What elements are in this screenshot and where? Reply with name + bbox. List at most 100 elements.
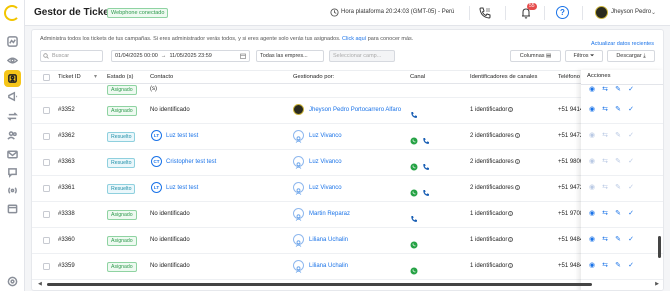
manager-name[interactable]: Luz Vivanco	[309, 159, 342, 165]
ticket-id[interactable]: #3361	[58, 185, 75, 191]
view-icon[interactable]: ◉	[588, 106, 596, 114]
edit-icon[interactable]: ✎	[614, 132, 622, 140]
calendar-icon[interactable]	[6, 202, 19, 215]
info-icon[interactable]: i	[508, 237, 514, 242]
table-row[interactable]: #3363 Resuelto CT Cristopher test test Luz V…	[32, 150, 663, 176]
view-icon[interactable]: ◉	[588, 86, 596, 94]
manager-name[interactable]: Liliana Uchalin	[309, 237, 348, 243]
info-icon[interactable]: i	[514, 159, 520, 164]
contact-name[interactable]: Cristopher test test	[166, 159, 216, 165]
broadcast-icon[interactable]	[6, 184, 19, 197]
ticket-id[interactable]: #3360	[58, 237, 75, 243]
column-phone[interactable]: Teléfono	[558, 74, 580, 80]
manager-name[interactable]: Jheyson Pedro Portocarrero Alfaro	[309, 107, 401, 113]
contact-name[interactable]: Luz test test	[166, 185, 198, 191]
eye-icon[interactable]	[6, 54, 19, 67]
transfer-icon[interactable]: ⇆	[601, 262, 609, 270]
edit-icon[interactable]: ✎	[614, 158, 622, 166]
user-name[interactable]: Jheyson Pedro	[611, 9, 651, 15]
table-row[interactable]: #3362 Resuelto LT Luz test test Luz Vivanco 2…	[32, 124, 663, 150]
info-icon[interactable]: i	[514, 133, 520, 138]
horizontal-scrollbar[interactable]	[47, 283, 592, 286]
view-icon[interactable]: ◉	[588, 210, 596, 218]
user-avatar[interactable]	[595, 6, 608, 19]
edit-icon[interactable]: ✎	[614, 210, 622, 218]
edit-icon[interactable]: ✎	[614, 86, 622, 94]
column-contact[interactable]: Contacto	[150, 74, 173, 80]
manager-name[interactable]: Martin Reparaz	[309, 211, 350, 217]
view-icon[interactable]: ◉	[588, 262, 596, 270]
column-ticket-id[interactable]: Ticket ID	[58, 74, 81, 80]
download-button[interactable]: Descargar ⤓	[607, 50, 655, 62]
column-channel[interactable]: Canal	[410, 74, 425, 80]
scroll-left-arrow[interactable]: ◀	[38, 281, 42, 287]
transfer-icon[interactable]: ⇆	[601, 184, 609, 192]
date-range-picker[interactable]: 01/04/2025 00:00 → 11/05/2025 23:59	[111, 50, 250, 62]
manager-name[interactable]: Luz Vivanco	[309, 133, 342, 139]
column-status[interactable]: Estado (s)	[107, 74, 133, 80]
transfer-icon[interactable]: ⇆	[601, 132, 609, 140]
edit-icon[interactable]: ✎	[614, 106, 622, 114]
search-input[interactable]: Buscar	[40, 50, 103, 62]
select-all-checkbox[interactable]	[43, 74, 50, 81]
resolve-check-icon[interactable]: ✓	[627, 132, 635, 140]
resolve-check-icon[interactable]: ✓	[627, 86, 635, 94]
help-icon[interactable]: ?	[556, 6, 569, 19]
transfer-icon[interactable]: ⇆	[601, 86, 609, 94]
resolve-check-icon[interactable]: ✓	[627, 184, 635, 192]
dialpad-phone-icon[interactable]	[478, 6, 492, 20]
sort-icon[interactable]: ▾	[94, 74, 97, 80]
view-icon[interactable]: ◉	[588, 236, 596, 244]
companies-select[interactable]: Todas las empres...	[256, 50, 324, 62]
refresh-data-link[interactable]: Actualizar datos recientes	[591, 41, 654, 47]
table-row[interactable]: #3360 Asignado No identificado Liliana Ucha…	[32, 228, 663, 254]
resolve-check-icon[interactable]: ✓	[627, 158, 635, 166]
ticket-id[interactable]: #3363	[58, 159, 75, 165]
row-checkbox[interactable]	[43, 211, 50, 218]
row-checkbox[interactable]	[43, 263, 50, 270]
ticket-id[interactable]: #3362	[58, 133, 75, 139]
info-icon[interactable]: i	[508, 107, 514, 112]
settings-icon[interactable]	[6, 275, 19, 288]
ticket-id[interactable]: #3352	[58, 107, 75, 113]
chat-icon[interactable]	[6, 166, 19, 179]
megaphone-icon[interactable]	[6, 90, 19, 103]
edit-icon[interactable]: ✎	[614, 184, 622, 192]
contact-name[interactable]: Luz test test	[166, 133, 198, 139]
filters-button[interactable]: Filtros ⏷	[565, 50, 603, 62]
table-row[interactable]: #3352 Asignado No identificado Jheyson Pedr…	[32, 98, 663, 124]
resolve-check-icon[interactable]: ✓	[627, 210, 635, 218]
edit-icon[interactable]: ✎	[614, 236, 622, 244]
view-icon[interactable]: ◉	[588, 132, 596, 140]
resolve-check-icon[interactable]: ✓	[627, 106, 635, 114]
row-checkbox[interactable]	[43, 107, 50, 114]
row-checkbox[interactable]	[43, 159, 50, 166]
manager-name[interactable]: Liliana Uchalin	[309, 263, 348, 269]
tickets-icon[interactable]	[4, 70, 21, 87]
logo-icon[interactable]	[4, 5, 20, 21]
transfer-icon[interactable]: ⇆	[601, 106, 609, 114]
manager-name[interactable]: Luz Vivanco	[309, 185, 342, 191]
row-checkbox[interactable]	[43, 185, 50, 192]
table-row-partial[interactable]: Asignado (s)	[32, 84, 663, 98]
view-icon[interactable]: ◉	[588, 158, 596, 166]
columns-button[interactable]: Columnas ▤	[510, 50, 561, 62]
table-row[interactable]: #3361 Resuelto LT Luz test test Luz Vivanco 2…	[32, 176, 663, 202]
info-icon[interactable]: i	[514, 185, 520, 190]
transfer-icon[interactable]: ⇆	[601, 236, 609, 244]
activity-icon[interactable]	[6, 35, 19, 48]
transfer-icon[interactable]: ⇆	[601, 158, 609, 166]
campaign-select[interactable]: Seleccionar camp...	[329, 50, 395, 62]
resolve-check-icon[interactable]: ✓	[627, 236, 635, 244]
table-row[interactable]: #3359 Asignado No identificado Liliana Ucha…	[32, 254, 663, 280]
mail-icon[interactable]	[6, 148, 19, 161]
chevron-down-icon[interactable]: ⌄	[651, 9, 656, 16]
users-icon[interactable]	[6, 129, 19, 142]
transfer-icon[interactable]	[6, 110, 19, 123]
transfer-icon[interactable]: ⇆	[601, 210, 609, 218]
learn-more-link[interactable]: Click aquí	[342, 36, 366, 42]
edit-icon[interactable]: ✎	[614, 262, 622, 270]
view-icon[interactable]: ◉	[588, 184, 596, 192]
row-checkbox[interactable]	[43, 237, 50, 244]
column-managed-by[interactable]: Gestionado por:	[293, 74, 334, 80]
